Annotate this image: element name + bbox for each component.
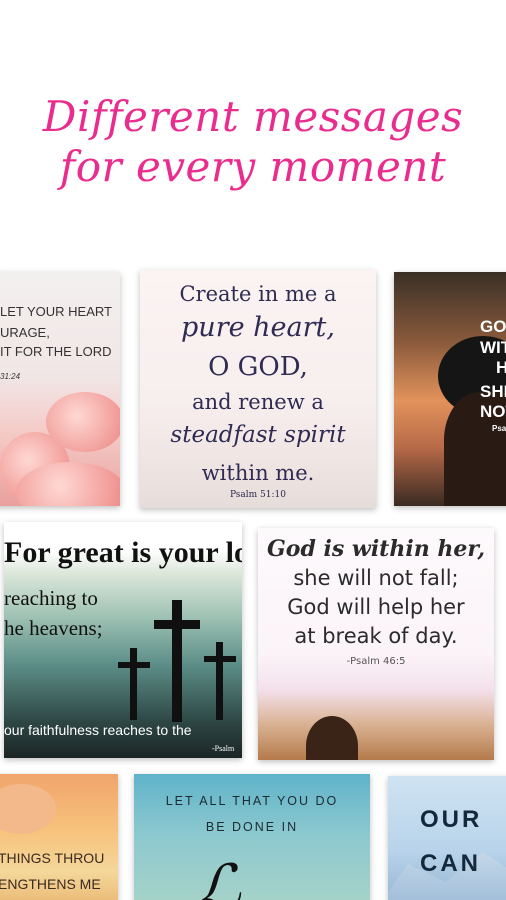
card-reference: Psa (492, 424, 506, 433)
card-text: she will not fall; (293, 566, 459, 590)
card-text: GO (480, 317, 506, 336)
card-text: SHE (480, 382, 506, 401)
card-text: our faithfulness reaches to the (4, 722, 192, 738)
cross-icon (118, 662, 150, 668)
card-god-is-within-her[interactable]: God is within her, she will not fall; Go… (258, 528, 494, 760)
card-text: IT FOR THE LORD (0, 344, 112, 359)
card-text: THINGS THROU (0, 850, 105, 866)
baby-feet-image (46, 392, 120, 452)
cross-icon (154, 620, 200, 629)
card-text: CAN (420, 850, 481, 877)
headline: Different messages for every moment (0, 92, 506, 192)
cross-icon (216, 642, 223, 720)
card-text: pure heart, (181, 312, 335, 343)
card-text: God is within her, (266, 536, 485, 562)
silhouette-image (306, 716, 358, 760)
card-text: within me. (201, 461, 315, 485)
card-text: ENGTHENS ME (0, 876, 101, 892)
card-text: LET YOUR HEART (0, 304, 112, 319)
card-text: URAGE, (0, 325, 50, 340)
card-god-silhouette[interactable]: GO WIT H SHE NOT Psa (394, 272, 506, 506)
script-lettering-image: ℒ (194, 852, 241, 900)
card-text: H (496, 358, 506, 377)
card-reference: -Psalm (212, 744, 235, 753)
card-pure-heart[interactable]: Create in me a pure heart, O GOD, and re… (140, 270, 376, 508)
card-text: at break of day. (294, 624, 458, 648)
card-reference: 31:24 (0, 372, 21, 381)
card-text: NOT (480, 402, 506, 421)
card-text: For great is your lo (4, 536, 242, 569)
card-text: LET ALL THAT YOU DO (165, 794, 339, 808)
card-text: reaching to (4, 586, 98, 610)
card-let-all-that-you-do[interactable]: LET ALL THAT YOU DO BE DONE IN ℒ (134, 774, 370, 900)
card-text: Create in me a (179, 282, 337, 306)
card-text: God will help her (287, 595, 465, 619)
cross-icon (204, 656, 236, 662)
card-let-your-heart[interactable]: LET YOUR HEART URAGE, IT FOR THE LORD 31… (0, 272, 120, 506)
card-for-great-is-your-love[interactable]: For great is your lo reaching to he heav… (4, 522, 242, 758)
card-text: steadfast spirit (170, 422, 346, 448)
headline-line-2: for every moment (59, 142, 447, 191)
card-text: OUR (420, 806, 483, 833)
cross-icon (172, 600, 182, 722)
headline-line-1: Different messages (42, 92, 464, 141)
balloon-image (0, 784, 56, 834)
card-all-things-through[interactable]: THINGS THROU ENGTHENS ME (0, 774, 118, 900)
card-reference: -Psalm 46:5 (346, 656, 406, 667)
card-our-can[interactable]: OUR CAN (388, 776, 506, 900)
card-text: he heavens; (4, 616, 103, 640)
card-text: O GOD, (208, 352, 308, 382)
card-text: WIT (480, 338, 506, 357)
cross-icon (130, 648, 137, 720)
card-text: BE DONE IN (205, 820, 299, 834)
card-text: and renew a (192, 390, 324, 414)
card-reference: Psalm 51:10 (229, 490, 286, 500)
